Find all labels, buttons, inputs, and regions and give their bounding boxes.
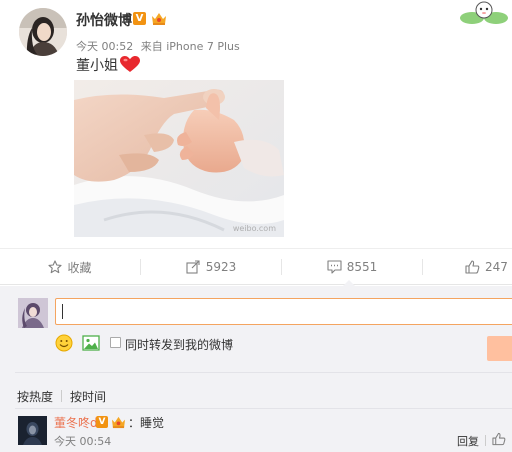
emoji-smile-icon[interactable]: [55, 334, 73, 352]
thumbs-up-icon: [465, 260, 480, 274]
forward-count: 5923: [205, 260, 237, 274]
sort-separator: [61, 390, 62, 402]
comment-text: ：睡觉: [128, 416, 165, 430]
like-count: 247: [485, 260, 508, 274]
post-text: 董小姐: [76, 55, 140, 75]
decorative-sticker-icon: [460, 1, 508, 24]
text-cursor: [62, 304, 63, 319]
repost-checkbox[interactable]: [110, 337, 121, 348]
verified-badge: V: [133, 12, 146, 25]
repost-label[interactable]: 同时转发到我的微博: [125, 336, 233, 353]
like-button[interactable]: 247: [423, 249, 512, 285]
reply-button[interactable]: 回复: [457, 433, 479, 449]
weibo-post: 孙怡微博 V 今天 00:52 来自 iPhone 7 Plus 董小姐 wei…: [0, 0, 512, 248]
comment-input[interactable]: [55, 298, 512, 325]
comment-pointer-arrow: [343, 280, 355, 286]
vip-crown-icon[interactable]: [151, 11, 167, 26]
sort-by-hot-tab[interactable]: 按热度: [17, 388, 53, 405]
post-action-bar: 收藏 5923 8551 247: [0, 248, 512, 285]
commenter-name[interactable]: 董冬咚d: [54, 414, 98, 431]
forward-button[interactable]: 5923: [141, 249, 281, 285]
from-label: 来自: [140, 40, 163, 53]
my-avatar[interactable]: [18, 298, 48, 328]
commenter-verified-badge: V: [96, 416, 108, 428]
post-image[interactable]: weibo.com: [74, 80, 284, 237]
section-divider: [15, 372, 512, 373]
post-text-body: 董小姐: [76, 58, 118, 74]
section-divider: [15, 408, 512, 409]
favorite-button[interactable]: 收藏: [0, 249, 140, 285]
image-upload-icon[interactable]: [82, 335, 100, 351]
post-meta: 今天 00:52 来自 iPhone 7 Plus: [76, 38, 240, 54]
heart-icon: [120, 56, 140, 72]
author-avatar[interactable]: [19, 8, 67, 56]
comment-time: 今天 00:54: [54, 435, 112, 448]
sort-by-time-tab[interactable]: 按时间: [70, 388, 106, 405]
comment-submit-button[interactable]: [487, 336, 512, 361]
star-icon: [48, 260, 63, 274]
post-time[interactable]: 今天 00:52: [76, 40, 133, 53]
post-source[interactable]: iPhone 7 Plus: [166, 40, 240, 53]
vip-crown-icon[interactable]: [111, 415, 126, 429]
forward-icon: [186, 260, 200, 274]
author-name[interactable]: 孙怡微博: [76, 10, 132, 30]
commenter-avatar[interactable]: [18, 416, 47, 445]
favorite-label: 收藏: [67, 260, 92, 275]
comment-panel: 同时转发到我的微博 按热度 按时间 董冬咚d V ：睡觉 今天 00:54 回复: [0, 286, 512, 452]
comment-count: 8551: [346, 260, 378, 274]
comment-like-icon[interactable]: [492, 432, 506, 446]
reply-separator: [485, 435, 486, 446]
comment-icon: [327, 260, 342, 274]
image-watermark: weibo.com: [232, 224, 276, 233]
